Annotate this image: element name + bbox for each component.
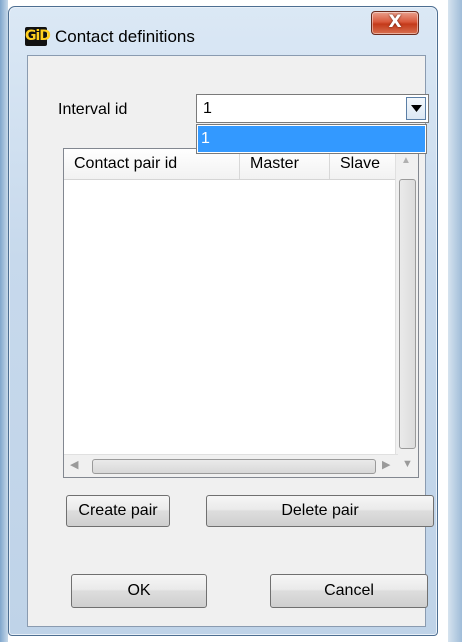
scrollbar-corner: ▼ [396, 455, 418, 477]
horizontal-scroll-thumb[interactable] [92, 459, 376, 474]
contact-pairs-table[interactable]: Contact pair id Master Slave ▲ ◀ ▶ ▼ [63, 148, 419, 478]
close-button[interactable]: X [371, 11, 419, 35]
interval-id-dropdown-list: 1 [196, 124, 427, 154]
dialog-content: Interval id 1 1 Contact pair id Master S… [27, 55, 434, 627]
create-pair-button[interactable]: Create pair [66, 495, 170, 527]
ok-button[interactable]: OK [71, 574, 207, 608]
cancel-button[interactable]: Cancel [270, 574, 428, 608]
dropdown-option-1[interactable]: 1 [198, 126, 425, 152]
scroll-down-arrow-icon[interactable]: ▼ [402, 458, 413, 470]
dropdown-button[interactable] [406, 97, 426, 120]
scroll-up-arrow-icon[interactable]: ▲ [401, 155, 411, 166]
background-window-edge-right [448, 0, 462, 642]
title-bar[interactable]: GiD Contact definitions X [9, 7, 437, 59]
delete-pair-button[interactable]: Delete pair [206, 495, 434, 527]
horizontal-scrollbar[interactable]: ◀ ▶ [64, 454, 398, 477]
interval-id-combobox[interactable]: 1 [196, 94, 429, 123]
close-icon: X [388, 12, 402, 32]
scroll-right-arrow-icon[interactable]: ▶ [382, 458, 390, 471]
chevron-down-icon [411, 105, 422, 112]
dialog-title: Contact definitions [55, 27, 195, 46]
scroll-left-arrow-icon[interactable]: ◀ [70, 458, 78, 471]
vertical-scrollbar[interactable]: ▲ [395, 149, 418, 455]
interval-id-label: Interval id [58, 101, 128, 118]
contact-definitions-dialog: GiD Contact definitions X Interval id 1 … [8, 6, 438, 636]
background-window-edge-left [0, 0, 8, 642]
gid-logo-icon: GiD [25, 27, 51, 46]
vertical-scroll-thumb[interactable] [399, 179, 416, 449]
interval-id-value: 1 [203, 100, 212, 117]
